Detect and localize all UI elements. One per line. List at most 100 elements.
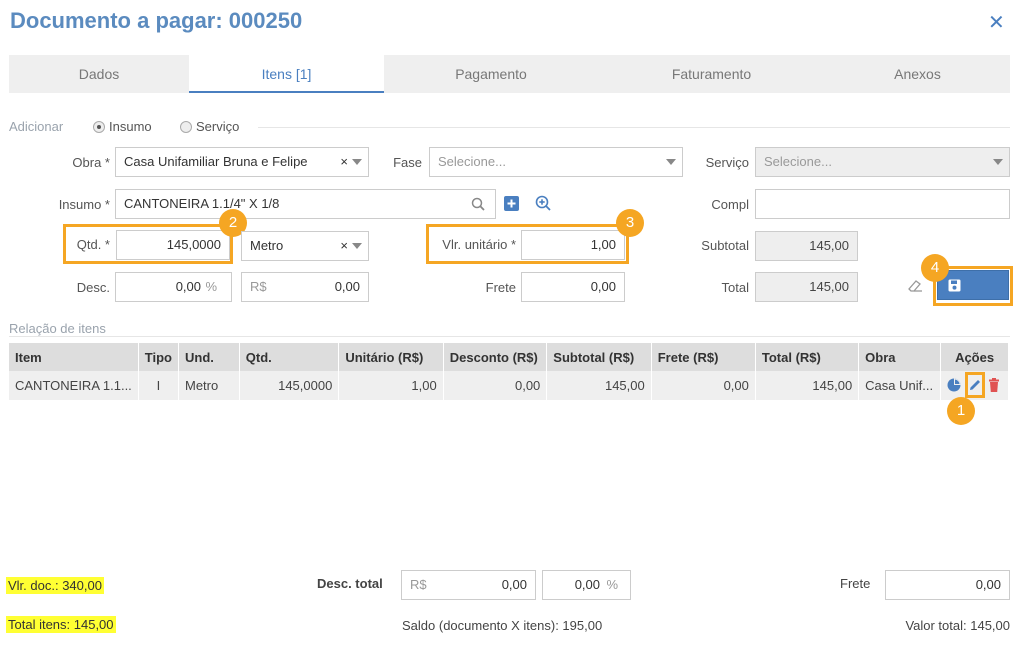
pencil-icon[interactable] <box>968 378 982 392</box>
col-item[interactable]: Item <box>9 343 139 371</box>
desc-total-pct-input[interactable]: 0,00 % <box>542 570 631 600</box>
total-field: 145,00 <box>755 272 858 302</box>
radio-servico[interactable]: Serviço <box>180 119 239 134</box>
frete-label: Frete <box>485 280 516 295</box>
tab-anexos[interactable]: Anexos <box>825 55 1010 93</box>
col-und[interactable]: Und. <box>178 343 240 371</box>
insumo-value: CANTONEIRA 1.1/4" X 1/8 <box>124 196 280 211</box>
radio-insumo-dot[interactable] <box>93 121 105 133</box>
tab-itens[interactable]: Itens [1] <box>189 55 384 93</box>
cell-frete: 0,00 <box>651 371 756 400</box>
save-icon <box>948 279 961 292</box>
cell-qtd: 145,0000 <box>239 371 340 400</box>
cell-desconto: 0,00 <box>443 371 548 400</box>
obra-label: Obra * <box>72 155 110 170</box>
pie-chart-icon[interactable] <box>947 378 961 392</box>
items-table: Item Tipo Und. Qtd. Unitário (R$) Descon… <box>9 343 1009 400</box>
subtotal-field: 145,00 <box>755 231 858 261</box>
insumo-input[interactable]: CANTONEIRA 1.1/4" X 1/8 <box>115 189 496 219</box>
col-qtd[interactable]: Qtd. <box>239 343 340 371</box>
desc-rs-input[interactable]: R$ 0,00 <box>241 272 369 302</box>
cell-total: 145,00 <box>755 371 860 400</box>
desc-total-rs-input[interactable]: R$ 0,00 <box>401 570 536 600</box>
cell-subtotal: 145,00 <box>546 371 652 400</box>
col-frete[interactable]: Frete (R$) <box>651 343 756 371</box>
qtd-input[interactable]: 145,0000 <box>116 230 230 260</box>
add-label: Adicionar <box>9 119 64 134</box>
desc-pct-input[interactable]: 0,00 % <box>115 272 232 302</box>
vlr-doc: Vlr. doc.: 340,00 <box>6 577 104 594</box>
col-subtotal[interactable]: Subtotal (R$) <box>546 343 652 371</box>
tab-pagamento[interactable]: Pagamento <box>384 55 598 93</box>
und-select[interactable]: Metro × <box>241 231 369 261</box>
col-total[interactable]: Total (R$) <box>755 343 860 371</box>
chevron-down-icon[interactable] <box>993 159 1003 165</box>
chevron-down-icon[interactable] <box>352 243 362 249</box>
step-badge-3: 3 <box>616 209 644 237</box>
table-header-row: Item Tipo Und. Qtd. Unitário (R$) Descon… <box>9 343 1009 371</box>
chevron-down-icon[interactable] <box>352 159 362 165</box>
chevron-down-icon[interactable] <box>666 159 676 165</box>
currency-prefix: R$ <box>410 577 427 592</box>
save-button[interactable]: Salvar <box>937 270 1009 323</box>
obra-value: Casa Unifamiliar Bruna e Felipe <box>124 154 308 169</box>
col-obra[interactable]: Obra <box>858 343 942 371</box>
col-unitario[interactable]: Unitário (R$) <box>338 343 444 371</box>
fase-select[interactable]: Selecione... <box>429 147 683 177</box>
percent-sign: % <box>606 577 618 592</box>
servico-label: Serviço <box>705 155 749 170</box>
total-label: Total <box>721 280 749 295</box>
trash-icon[interactable] <box>988 378 1000 392</box>
add-circle-icon[interactable] <box>535 195 551 211</box>
compl-label: Compl <box>711 197 749 212</box>
page-title: Documento a pagar: 000250 <box>10 8 303 33</box>
vlr-doc-text: Vlr. doc.: 340,00 <box>6 577 104 594</box>
divider <box>258 127 1010 128</box>
radio-insumo-label: Insumo <box>109 119 152 134</box>
desc-label: Desc. <box>76 280 110 295</box>
tab-bar: Dados Itens [1] Pagamento Faturamento An… <box>9 55 1010 93</box>
col-tipo[interactable]: Tipo <box>138 343 180 371</box>
items-section-label: Relação de itens <box>9 321 106 336</box>
obra-select[interactable]: Casa Unifamiliar Bruna e Felipe × <box>115 147 369 177</box>
divider <box>9 336 1010 337</box>
vlr-input[interactable]: 1,00 <box>521 230 625 260</box>
col-desconto[interactable]: Desconto (R$) <box>443 343 548 371</box>
col-acoes: Ações <box>940 343 1009 371</box>
desc-rs-value: 0,00 <box>334 279 360 294</box>
desc-total-label: Desc. total <box>317 576 383 591</box>
clear-icon[interactable]: × <box>340 148 348 176</box>
radio-servico-dot[interactable] <box>180 121 192 133</box>
insumo-label: Insumo * <box>58 197 110 212</box>
fase-placeholder: Selecione... <box>438 154 506 169</box>
cell-item: CANTONEIRA 1.1... <box>9 371 139 400</box>
search-icon[interactable] <box>471 197 485 211</box>
servico-placeholder: Selecione... <box>764 154 832 169</box>
add-square-icon[interactable] <box>504 196 519 211</box>
tab-faturamento[interactable]: Faturamento <box>598 55 825 93</box>
radio-servico-label: Serviço <box>196 119 240 134</box>
compl-input[interactable] <box>755 189 1010 219</box>
desc-pct-value: 0,00 <box>175 279 201 294</box>
desc-total-rs-value: 0,00 <box>501 577 527 592</box>
radio-insumo[interactable]: Insumo <box>93 119 152 134</box>
total-itens-text: Total itens: 145,00 <box>6 616 116 633</box>
close-icon[interactable]: ✕ <box>988 10 1005 35</box>
eraser-icon[interactable] <box>908 279 924 293</box>
clear-icon[interactable]: × <box>340 232 348 260</box>
valor-total-text: Valor total: 145,00 <box>905 618 1010 633</box>
cell-obra: Casa Unif... <box>858 371 942 400</box>
cell-actions <box>940 371 1009 400</box>
subtotal-label: Subtotal <box>701 238 749 253</box>
und-value: Metro <box>250 238 284 253</box>
footer-frete-label: Frete <box>840 576 871 591</box>
footer-frete-input[interactable]: 0,00 <box>885 570 1010 600</box>
cell-und: Metro <box>178 371 240 400</box>
percent-sign: % <box>205 279 217 294</box>
servico-select[interactable]: Selecione... <box>755 147 1010 177</box>
frete-input[interactable]: 0,00 <box>521 272 625 302</box>
total-itens: Total itens: 145,00 <box>6 616 116 633</box>
tab-dados[interactable]: Dados <box>9 55 189 93</box>
table-row[interactable]: CANTONEIRA 1.1... I Metro 145,0000 1,00 … <box>9 371 1009 400</box>
desc-total-pct-value: 0,00 <box>574 577 600 592</box>
